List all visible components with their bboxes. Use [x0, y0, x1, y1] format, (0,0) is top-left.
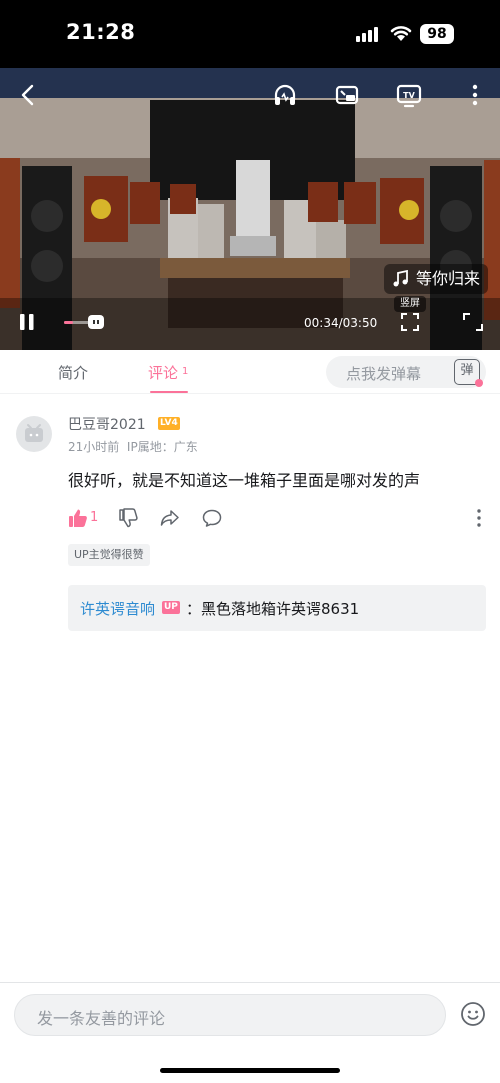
- danmaku-toggle-icon[interactable]: 弹: [454, 359, 483, 387]
- up-tag: UP: [162, 601, 180, 614]
- time-readout: 00:34/03:50: [304, 316, 378, 330]
- reply-preview[interactable]: 许英谔音响 UP ：黑色落地箱许英谔8631: [68, 585, 486, 631]
- tab-intro[interactable]: 简介: [58, 362, 88, 383]
- bottom-bar: 发一条友善的评论: [0, 982, 500, 1083]
- comment-username[interactable]: 巴豆哥2021: [68, 414, 146, 434]
- portrait-label: 竖屏: [394, 296, 426, 312]
- music-note-icon: [393, 270, 408, 287]
- comment-ip-location: IP属地：广东: [126, 440, 198, 454]
- tv-cast-icon[interactable]: TV: [396, 82, 422, 108]
- share-icon[interactable]: [160, 508, 180, 528]
- pause-icon[interactable]: [18, 312, 36, 332]
- like-icon[interactable]: [68, 508, 88, 528]
- song-chip[interactable]: 等你归来: [384, 264, 489, 294]
- home-indicator: [160, 1068, 340, 1073]
- comment-input-placeholder: 发一条友善的评论: [37, 1009, 166, 1028]
- progress-thumb[interactable]: [88, 315, 104, 329]
- cellular-signal-icon: [356, 26, 382, 42]
- comment-more-icon[interactable]: [476, 508, 482, 528]
- comment-text: 很好听，就是不知道这一堆箱子里面是哪对发的声: [68, 471, 421, 490]
- reply-text: ：黑色落地箱许英谔8631: [186, 600, 360, 618]
- comment-meta: 21小时前 IP属地：广东: [68, 438, 198, 455]
- fullscreen-icon[interactable]: [462, 312, 484, 332]
- status-time: 21:28: [66, 20, 136, 44]
- battery-indicator: 98: [420, 24, 454, 44]
- reply-author[interactable]: 许英谔音响: [80, 598, 155, 619]
- level-badge: LV4: [158, 417, 180, 430]
- danmaku-input[interactable]: 点我发弹幕 弹: [326, 356, 486, 388]
- svg-text:TV: TV: [403, 91, 415, 100]
- comment-time: 21小时前: [68, 440, 120, 454]
- tab-comments[interactable]: 评论 1: [148, 362, 188, 383]
- song-title: 等你归来: [416, 269, 481, 288]
- status-bar: 21:28 98: [0, 0, 500, 68]
- headphones-icon[interactable]: [272, 82, 298, 108]
- reply-icon[interactable]: [202, 508, 222, 528]
- back-icon[interactable]: [16, 82, 42, 108]
- tab-comments-count: 1: [182, 366, 189, 377]
- more-vertical-icon[interactable]: [462, 82, 488, 108]
- wifi-icon: [390, 26, 412, 41]
- picture-in-picture-icon[interactable]: [334, 82, 360, 108]
- dislike-icon[interactable]: [118, 508, 138, 528]
- tab-active-indicator: [150, 391, 188, 393]
- avatar[interactable]: [16, 416, 52, 452]
- like-count: 1: [90, 510, 99, 525]
- emoji-icon[interactable]: [460, 1001, 486, 1027]
- comment-input[interactable]: 发一条友善的评论: [14, 994, 446, 1036]
- up-liked-badge: UP主觉得很赞: [68, 544, 150, 566]
- default-avatar-icon: [25, 424, 43, 442]
- tab-comments-label: 评论: [148, 364, 179, 382]
- video-player[interactable]: TV 等你归来 竖屏 00:34/03:50: [0, 68, 500, 350]
- danmaku-placeholder: 点我发弹幕: [346, 365, 422, 383]
- portrait-mode-icon[interactable]: [400, 312, 420, 332]
- progress-fill: [64, 321, 74, 324]
